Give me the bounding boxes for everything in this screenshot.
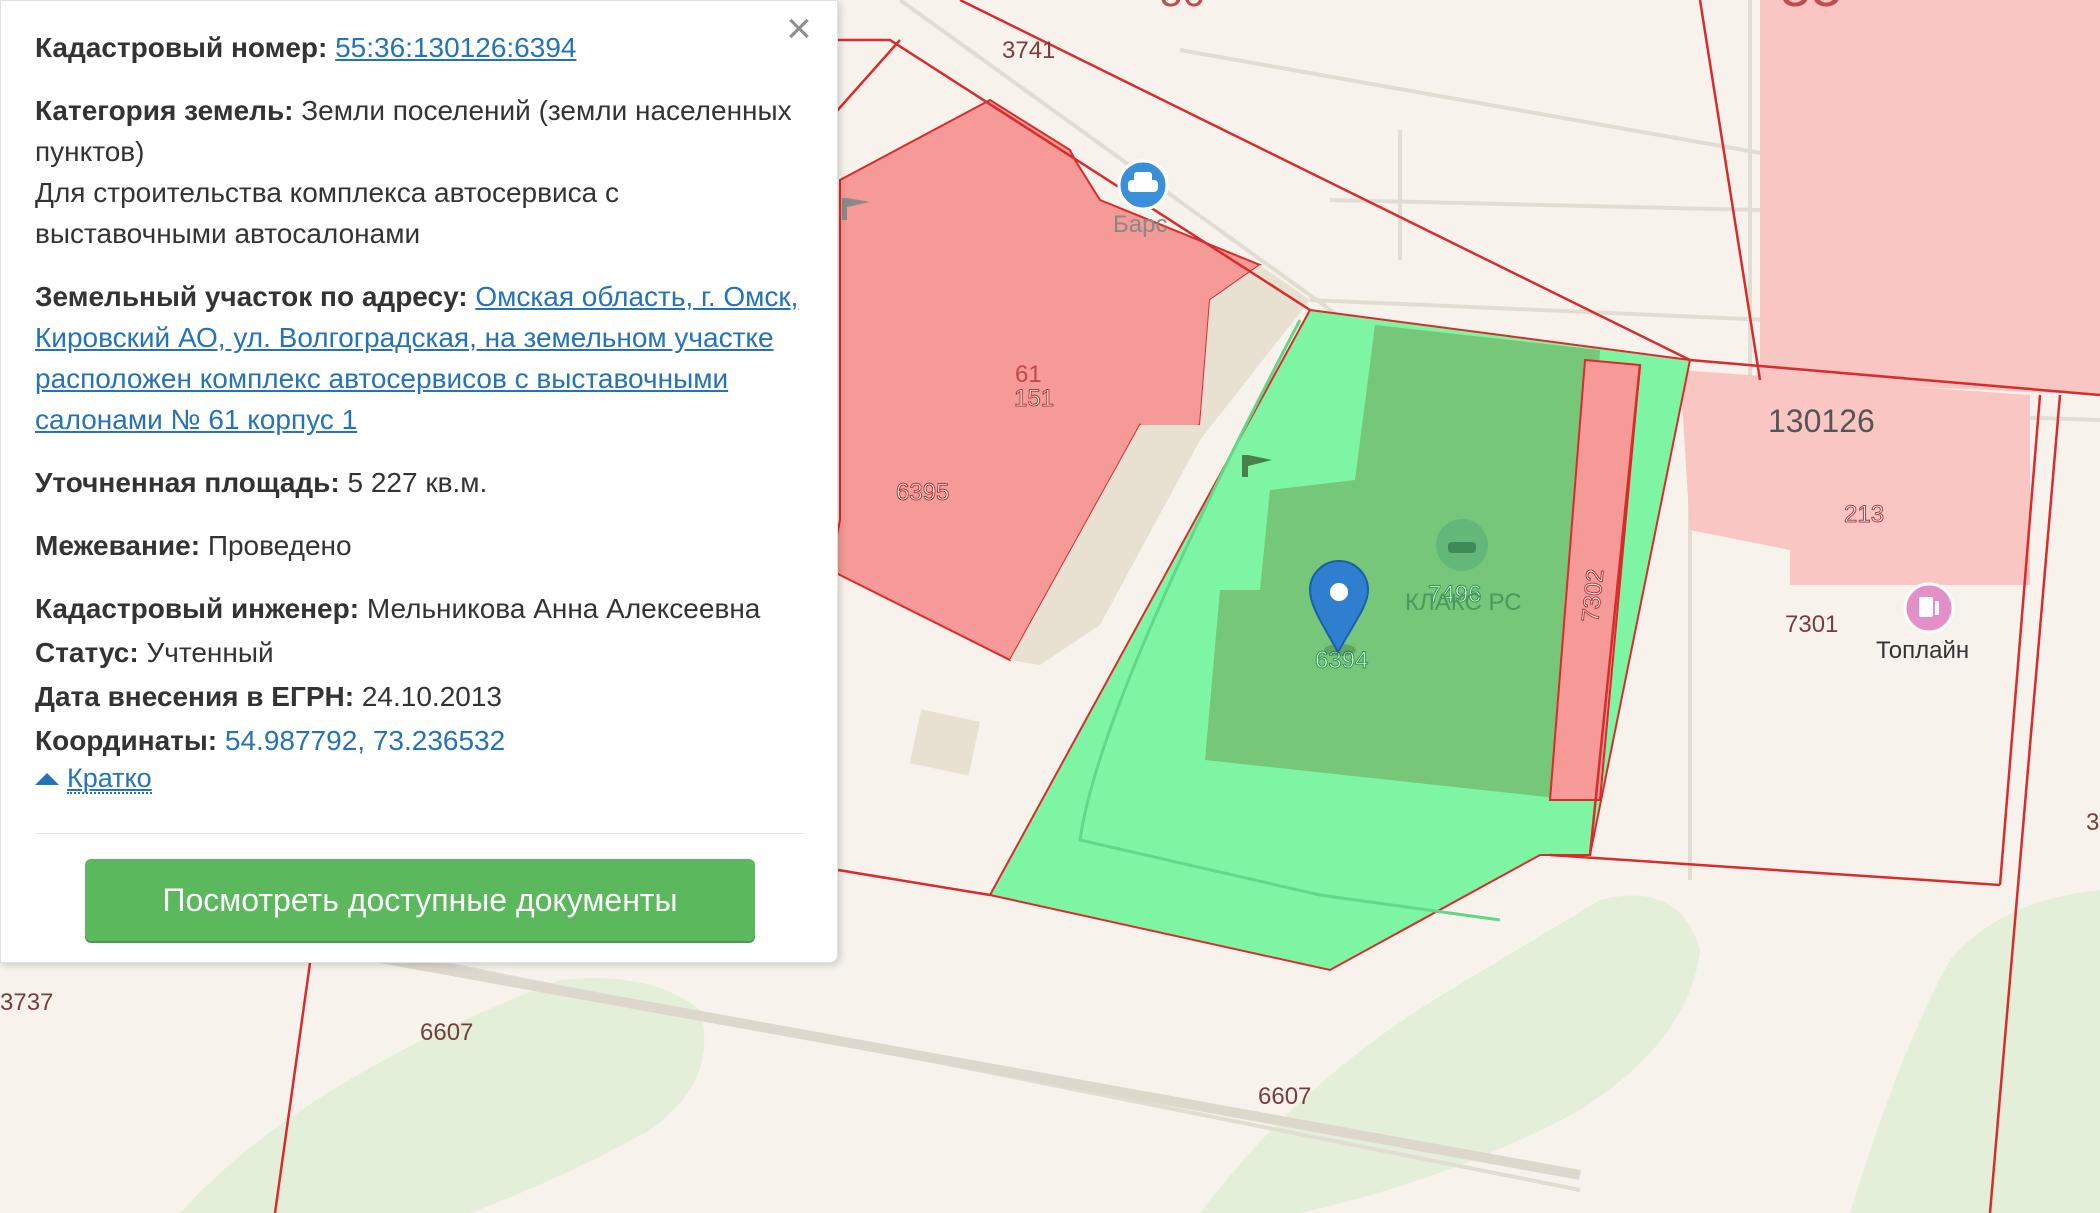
road-label-3737: 3737 [0,989,53,1016]
permitted-use: Для строительства комплекса автосервиса … [35,177,619,249]
egrn-date-label: Дата внесения в ЕГРН: [35,681,355,712]
coordinates-value[interactable]: 54.987792, 73.236532 [225,725,505,756]
coordinates-row: Координаты: 54.987792, 73.236532 [35,720,803,761]
status-row: Статус: Учтенный [35,632,803,673]
egrn-date-value: 24.10.2013 [361,681,502,712]
land-category-label: Категория земель: [35,95,294,126]
poi-label-toplain: Топлайн [1876,637,1969,664]
engineer-value: Мельникова Анна Алексеевна [366,593,761,624]
status-value: Учтенный [146,637,274,668]
address-row: Земельный участок по адресу: Омская обла… [35,276,803,440]
area-value: 5 227 кв.м. [347,467,488,498]
collapse-link[interactable]: Кратко [67,764,152,794]
survey-row: Межевание: Проведено [35,525,803,566]
parcel-label-7301: 7301 [1785,611,1838,638]
quarter-label-130126: 130126 [1768,403,1875,439]
coordinates-label: Координаты: [35,725,218,756]
parcel-label-61: 61 [1015,361,1042,388]
fuel-station-icon[interactable] [1903,582,1955,634]
land-category-row: Категория земель: Земли поселений (земли… [35,90,803,254]
road-label-6607: 6607 [420,1019,473,1046]
road-label-6607: 6607 [1258,1083,1311,1110]
road-label-3741: 3741 [1002,37,1055,64]
parcel-label-6395: 6395 [896,479,949,506]
view-documents-button[interactable]: Посмотреть доступные документы [85,859,755,941]
survey-value: Проведено [207,530,352,561]
engineer-label: Кадастровый инженер: [35,593,360,624]
car-service-icon[interactable] [1436,519,1488,571]
cadastral-number-row: Кадастровый номер: 55:36:130126:6394 [35,27,803,68]
engineer-row: Кадастровый инженер: Мельникова Анна Але… [35,588,803,629]
area-label: Уточненная площадь: [35,467,340,498]
map-label: 55 [1780,0,1842,18]
collapse-toggle[interactable]: Кратко [35,764,803,794]
cadastral-number-label: Кадастровый номер: [35,32,328,63]
car-service-icon[interactable] [1117,159,1169,211]
parcel-label-7302: 7302 [1577,568,1609,624]
survey-label: Межевание: [35,530,201,561]
map-label: 56 [1160,0,1205,15]
parcel-info-panel: × Кадастровый номер: 55:36:130126:6394 К… [0,0,838,963]
poi-label-bars: Барс [1113,211,1167,238]
triangle-up-icon [35,773,59,785]
egrn-date-row: Дата внесения в ЕГРН: 24.10.2013 [35,676,803,717]
quarter-boundary [1700,0,2100,395]
area-row: Уточненная площадь: 5 227 кв.м. [35,462,803,503]
parcel-label-151: 151 [1014,385,1054,412]
parcel-label-213: 213 [1844,501,1884,528]
poi-label-partial: КЛАКС РС [1405,589,1522,616]
map-label: 3 [2086,809,2099,836]
divider [35,833,803,834]
address-label: Земельный участок по адресу: [35,281,468,312]
cadastral-number-link[interactable]: 55:36:130126:6394 [335,32,576,63]
close-icon[interactable]: × [779,7,819,51]
status-label: Статус: [35,637,139,668]
